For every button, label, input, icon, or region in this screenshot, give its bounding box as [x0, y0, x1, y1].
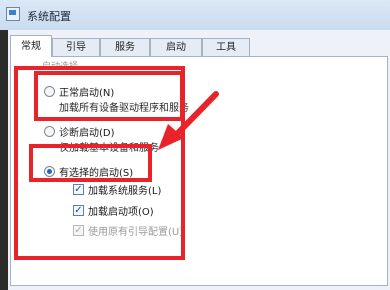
tab-general[interactable]: 常规 [10, 35, 52, 57]
annotation-arrow-icon [158, 91, 219, 150]
